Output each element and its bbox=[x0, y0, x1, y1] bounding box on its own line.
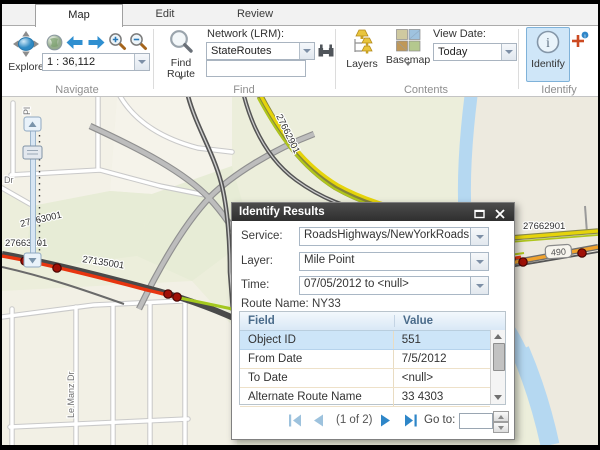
cell-value: 551 bbox=[393, 331, 490, 349]
tab-review[interactable]: Review bbox=[207, 4, 303, 24]
spinner-up-icon bbox=[498, 415, 504, 419]
map-scale-value: 1 : 36,112 bbox=[43, 56, 134, 68]
table-scrollbar[interactable] bbox=[490, 330, 505, 404]
map-scale-combobox[interactable]: 1 : 36,112 bbox=[42, 53, 150, 71]
street-name-label: Dr bbox=[4, 175, 14, 185]
table-row[interactable]: Alternate Route Name 33 4303 bbox=[240, 388, 490, 407]
layers-label: Layers bbox=[342, 59, 382, 70]
identify-route-characteristics-icon[interactable]: i bbox=[570, 31, 590, 55]
time-label: Time: bbox=[241, 279, 269, 291]
identify-button[interactable]: i Identify bbox=[526, 27, 570, 82]
street-name-label: Le Manz Dr bbox=[66, 371, 76, 418]
explore-label: Explore bbox=[6, 62, 46, 73]
cell-field: From Date bbox=[240, 350, 393, 368]
route-shield-490: 490 bbox=[545, 244, 572, 259]
route-name-label: Route Name: NY33 bbox=[241, 298, 341, 310]
zoom-slider-thumb[interactable] bbox=[23, 146, 42, 159]
group-label-find: Find bbox=[199, 84, 289, 96]
map-scale-dropdown-icon[interactable] bbox=[134, 54, 149, 70]
layer-dropdown-icon[interactable] bbox=[470, 253, 488, 270]
next-extent-arrow-icon[interactable] bbox=[87, 35, 106, 55]
ribbon-tab-strip: Map Edit Review bbox=[2, 4, 598, 26]
group-label-navigate: Navigate bbox=[32, 84, 122, 96]
route-label: 27663101 bbox=[5, 238, 47, 249]
first-page-button[interactable] bbox=[288, 413, 302, 428]
group-separator bbox=[153, 29, 154, 89]
binoculars-icon[interactable] bbox=[317, 43, 335, 63]
previous-page-button[interactable] bbox=[311, 413, 325, 428]
network-lrm-dropdown-icon[interactable] bbox=[299, 43, 314, 59]
goto-page-input[interactable] bbox=[459, 413, 493, 429]
service-label: Service: bbox=[241, 230, 283, 242]
service-dropdown-icon[interactable] bbox=[470, 228, 488, 245]
group-separator bbox=[335, 29, 336, 89]
next-page-button[interactable] bbox=[379, 413, 393, 428]
last-page-button[interactable] bbox=[404, 413, 418, 428]
cell-field: Object ID bbox=[240, 331, 393, 349]
layer-combobox[interactable]: Mile Point bbox=[299, 252, 489, 271]
layer-value: Mile Point bbox=[300, 253, 470, 270]
explore-button[interactable]: Explore bbox=[5, 28, 47, 82]
route-search-input[interactable] bbox=[206, 60, 306, 77]
tab-map[interactable]: Map bbox=[35, 4, 123, 27]
identify-results-dialog: Identify Results Service: RoadsHighways/… bbox=[231, 202, 515, 440]
attribute-table: Field Value Object ID 551 From Date 7/5/… bbox=[239, 311, 506, 405]
dialog-title-bar[interactable]: Identify Results bbox=[232, 203, 514, 221]
route-label: 27662901 bbox=[523, 221, 565, 232]
view-date-dropdown-icon[interactable] bbox=[501, 44, 516, 60]
group-separator bbox=[518, 29, 519, 89]
svg-text:490: 490 bbox=[551, 247, 567, 258]
goto-label: Go to: bbox=[424, 414, 455, 426]
goto-spinner-down[interactable] bbox=[493, 422, 509, 433]
dialog-title: Identify Results bbox=[239, 206, 325, 218]
service-combobox[interactable]: RoadsHighways/NewYorkRoads bbox=[299, 227, 489, 246]
find-route-dropdown-icon bbox=[178, 76, 184, 92]
time-value: 07/05/2012 to <null> bbox=[300, 277, 470, 294]
spinner-down-icon bbox=[498, 426, 504, 430]
cell-field: Alternate Route Name bbox=[240, 388, 393, 406]
network-lrm-combobox[interactable]: StateRoutes bbox=[206, 42, 315, 60]
layers-button[interactable]: Layers bbox=[341, 28, 383, 82]
find-route-button[interactable]: Find Route bbox=[158, 28, 204, 88]
view-date-combobox[interactable]: Today bbox=[433, 43, 517, 61]
time-combobox[interactable]: 07/05/2012 to <null> bbox=[299, 276, 489, 295]
column-header-field[interactable]: Field bbox=[240, 315, 394, 327]
maximize-icon[interactable] bbox=[474, 207, 485, 225]
ribbon: Explore 1 : 36,112 Navigate bbox=[2, 26, 598, 97]
cell-value: 33 4303 bbox=[393, 388, 490, 406]
table-header-row: Field Value bbox=[240, 312, 505, 331]
street-name-label: Pl bbox=[22, 107, 32, 115]
app-window: { "ribbon": { "tabs": [ {"label": "Map"}… bbox=[0, 0, 600, 447]
network-lrm-value: StateRoutes bbox=[207, 45, 299, 57]
scroll-up-icon[interactable] bbox=[494, 334, 502, 339]
view-date-value: Today bbox=[434, 46, 501, 58]
table-row[interactable]: From Date 7/5/2012 bbox=[240, 350, 490, 369]
goto-spinner-up[interactable] bbox=[493, 411, 509, 422]
cell-value: <null> bbox=[393, 369, 490, 387]
route-name-value: NY33 bbox=[312, 298, 341, 310]
network-lrm-label: Network (LRM): bbox=[207, 28, 284, 40]
table-row[interactable]: Object ID 551 bbox=[240, 331, 490, 350]
view-date-label: View Date: bbox=[433, 28, 486, 40]
previous-extent-arrow-icon[interactable] bbox=[65, 35, 84, 55]
column-header-value[interactable]: Value bbox=[394, 315, 492, 327]
table-row[interactable]: To Date <null> bbox=[240, 369, 490, 388]
tab-edit[interactable]: Edit bbox=[123, 4, 207, 24]
cell-field: To Date bbox=[240, 369, 393, 387]
basemap-dropdown-icon bbox=[405, 62, 411, 78]
group-label-identify: Identify bbox=[514, 84, 600, 96]
identify-label: Identify bbox=[527, 59, 569, 70]
scroll-down-icon[interactable] bbox=[494, 395, 502, 400]
cell-value: 7/5/2012 bbox=[393, 350, 490, 368]
close-icon[interactable] bbox=[495, 207, 505, 225]
svg-text:i: i bbox=[546, 35, 550, 50]
basemap-button[interactable]: Basemap bbox=[383, 28, 433, 88]
scrollbar-thumb[interactable] bbox=[493, 343, 505, 371]
time-dropdown-icon[interactable] bbox=[470, 277, 488, 294]
page-indicator: (1 of 2) bbox=[336, 414, 372, 426]
group-label-contents: Contents bbox=[381, 84, 471, 96]
service-value: RoadsHighways/NewYorkRoads bbox=[300, 228, 470, 245]
result-pager: (1 of 2) Go to: bbox=[232, 411, 514, 435]
layer-label: Layer: bbox=[241, 255, 273, 267]
